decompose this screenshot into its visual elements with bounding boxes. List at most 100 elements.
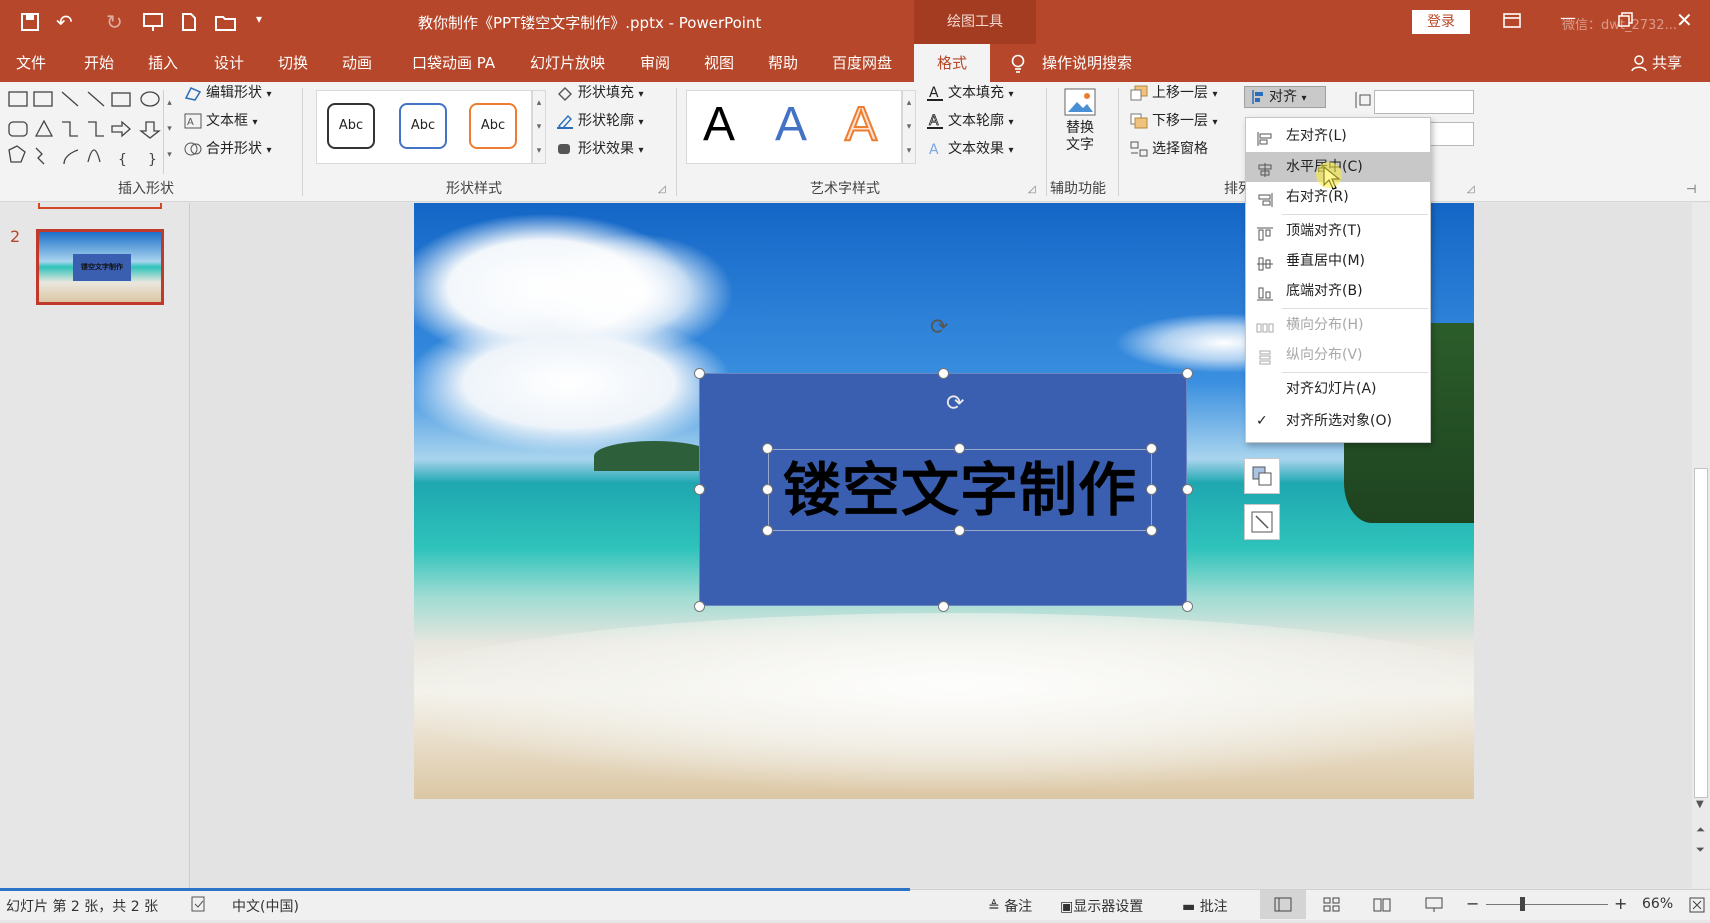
open-folder-icon[interactable] bbox=[214, 12, 238, 32]
zoom-slider-thumb[interactable] bbox=[1520, 897, 1525, 911]
previous-slide-thumbnail-edge[interactable] bbox=[38, 203, 162, 209]
save-icon[interactable] bbox=[20, 12, 40, 32]
shape-format-button[interactable] bbox=[1244, 504, 1280, 540]
tab-baidu-netdisk[interactable]: 百度网盘 bbox=[832, 44, 892, 82]
slideshow-view-icon[interactable] bbox=[1424, 896, 1444, 914]
menu-item-align-middle[interactable]: 垂直居中(M) bbox=[1246, 246, 1430, 276]
menu-item-distribute-horizontally[interactable]: 横向分布(H) bbox=[1246, 310, 1430, 340]
shape-styles-launcher-icon[interactable]: ◿ bbox=[658, 184, 666, 195]
scroll-thumb[interactable] bbox=[1694, 468, 1708, 798]
tab-animations[interactable]: 动画 bbox=[342, 44, 372, 82]
zoom-in-icon[interactable]: + bbox=[1614, 894, 1627, 913]
text-resize-handle[interactable] bbox=[1146, 525, 1157, 536]
text-resize-handle[interactable] bbox=[762, 484, 773, 495]
redo-icon[interactable]: ↻ bbox=[106, 10, 128, 34]
display-settings-button[interactable]: ▣显示器设置 bbox=[1060, 896, 1143, 916]
zoom-slider-track[interactable] bbox=[1486, 904, 1608, 905]
zoom-out-icon[interactable]: − bbox=[1466, 894, 1479, 913]
tab-help[interactable]: 帮助 bbox=[768, 44, 798, 82]
tell-me-search[interactable]: 操作说明搜索 bbox=[1042, 44, 1132, 82]
tab-format[interactable]: 格式 bbox=[914, 44, 990, 82]
share-button[interactable]: 共享 bbox=[1652, 44, 1682, 82]
resize-handle[interactable] bbox=[1182, 484, 1193, 495]
menu-item-align-left[interactable]: 左对齐(L) bbox=[1246, 121, 1430, 151]
wordart-sample-black[interactable]: A bbox=[703, 97, 735, 152]
vertical-scrollbar[interactable]: ▼ ⏶ ⏷ bbox=[1692, 203, 1710, 889]
restore-icon[interactable] bbox=[1616, 10, 1636, 30]
tab-view[interactable]: 视图 bbox=[704, 44, 734, 82]
minimize-icon[interactable]: — bbox=[1560, 8, 1580, 28]
wordart-sample-orange[interactable]: A bbox=[844, 97, 878, 152]
tab-design[interactable]: 设计 bbox=[214, 44, 244, 82]
wordart-gallery-scroll[interactable]: ▴ ▾ ▾ bbox=[902, 90, 916, 164]
ribbon-display-options-icon[interactable] bbox=[1502, 12, 1522, 30]
present-from-start-icon[interactable] bbox=[142, 12, 164, 32]
zoom-level[interactable]: 66% bbox=[1642, 896, 1673, 912]
close-icon[interactable]: ✕ bbox=[1676, 8, 1693, 32]
tab-insert[interactable]: 插入 bbox=[148, 44, 178, 82]
edit-shape-button[interactable]: 编辑形状 ▾ bbox=[184, 82, 271, 102]
resize-handle[interactable] bbox=[1182, 368, 1193, 379]
menu-item-align-top[interactable]: 顶端对齐(T) bbox=[1246, 216, 1430, 246]
normal-view-button[interactable] bbox=[1260, 890, 1306, 919]
language-indicator[interactable]: 中文(中国) bbox=[232, 896, 299, 916]
pin-ribbon-icon[interactable]: ⊣ bbox=[1686, 182, 1696, 196]
text-rotate-handle-icon[interactable]: ⟳ bbox=[946, 391, 964, 416]
resize-handle[interactable] bbox=[938, 368, 949, 379]
scroll-down-icon[interactable]: ▼ bbox=[1696, 799, 1704, 810]
layout-options-button[interactable] bbox=[1244, 458, 1280, 494]
tab-pocket-animation[interactable]: 口袋动画 PA bbox=[412, 44, 495, 82]
text-resize-handle[interactable] bbox=[762, 525, 773, 536]
shape-outline-button[interactable]: 形状轮廓 ▾ bbox=[556, 110, 643, 131]
shapes-gallery[interactable]: {} bbox=[6, 88, 166, 174]
slide-sorter-icon[interactable] bbox=[1322, 896, 1342, 914]
resize-handle[interactable] bbox=[1182, 601, 1193, 612]
menu-item-align-selected-objects[interactable]: ✓ 对齐所选对象(O) bbox=[1246, 406, 1430, 436]
tab-file[interactable]: 文件 bbox=[16, 44, 46, 82]
bring-forward-button[interactable]: 上移一层 ▾ bbox=[1130, 82, 1217, 102]
wordart-launcher-icon[interactable]: ◿ bbox=[1028, 184, 1036, 195]
tab-review[interactable]: 审阅 bbox=[640, 44, 670, 82]
text-effects-button[interactable]: A 文本效果 ▾ bbox=[926, 138, 1013, 158]
text-resize-handle[interactable] bbox=[954, 525, 965, 536]
new-file-icon[interactable] bbox=[180, 12, 198, 32]
text-outline-button[interactable]: A 文本轮廓 ▾ bbox=[926, 110, 1013, 130]
resize-handle[interactable] bbox=[694, 601, 705, 612]
resize-handle[interactable] bbox=[694, 368, 705, 379]
tab-home[interactable]: 开始 bbox=[84, 44, 114, 82]
align-button[interactable]: 对齐 ▾ bbox=[1244, 86, 1326, 108]
text-box-button[interactable]: A 文本框 ▾ bbox=[184, 110, 257, 130]
alt-text-button[interactable]: 替换 文字 bbox=[1058, 86, 1102, 170]
text-resize-handle[interactable] bbox=[762, 443, 773, 454]
slide-2-thumbnail[interactable]: 镂空文字制作 bbox=[36, 229, 164, 305]
text-resize-handle[interactable] bbox=[954, 443, 965, 454]
shape-style-gallery[interactable]: Abc Abc Abc bbox=[316, 90, 532, 164]
text-fill-button[interactable]: A 文本填充 ▾ bbox=[926, 82, 1013, 102]
hollow-title-text[interactable]: 镂空文字制作 bbox=[768, 449, 1152, 531]
menu-item-align-bottom[interactable]: 底端对齐(B) bbox=[1246, 276, 1430, 306]
send-backward-button[interactable]: 下移一层 ▾ bbox=[1130, 110, 1217, 130]
selection-pane-button[interactable]: 选择窗格 bbox=[1130, 138, 1208, 158]
fit-to-window-icon[interactable] bbox=[1688, 896, 1706, 914]
customize-qat-icon[interactable]: ▾ bbox=[256, 12, 262, 26]
login-button[interactable]: 登录 bbox=[1412, 10, 1470, 34]
size-launcher-icon[interactable]: ◿ bbox=[1467, 184, 1475, 195]
tab-slideshow[interactable]: 幻灯片放映 bbox=[530, 44, 605, 82]
text-resize-handle[interactable] bbox=[1146, 443, 1157, 454]
rotate-handle-icon[interactable]: ⟳ bbox=[930, 315, 948, 340]
shape-style-sample-blue[interactable]: Abc bbox=[399, 103, 447, 149]
undo-icon[interactable]: ↶ bbox=[56, 10, 78, 34]
reading-view-icon[interactable] bbox=[1372, 896, 1392, 914]
shape-style-sample-black[interactable]: Abc bbox=[327, 103, 375, 149]
wordart-sample-blue[interactable]: A bbox=[775, 97, 807, 152]
tab-transitions[interactable]: 切换 bbox=[278, 44, 308, 82]
shape-fill-button[interactable]: 形状填充 ▾ bbox=[556, 82, 643, 102]
shape-style-gallery-scroll[interactable]: ▴ ▾ ▾ bbox=[532, 90, 546, 164]
menu-item-distribute-vertically[interactable]: 纵向分布(V) bbox=[1246, 340, 1430, 370]
menu-item-align-to-slide[interactable]: 对齐幻灯片(A) bbox=[1246, 374, 1430, 404]
shapes-gallery-scroll[interactable]: ▴ ▾ ▾ bbox=[163, 90, 175, 174]
shape-effects-button[interactable]: 形状效果 ▾ bbox=[556, 138, 643, 158]
resize-handle[interactable] bbox=[938, 601, 949, 612]
wordart-gallery[interactable]: A A A bbox=[686, 90, 902, 164]
shape-height-input[interactable] bbox=[1374, 90, 1474, 114]
